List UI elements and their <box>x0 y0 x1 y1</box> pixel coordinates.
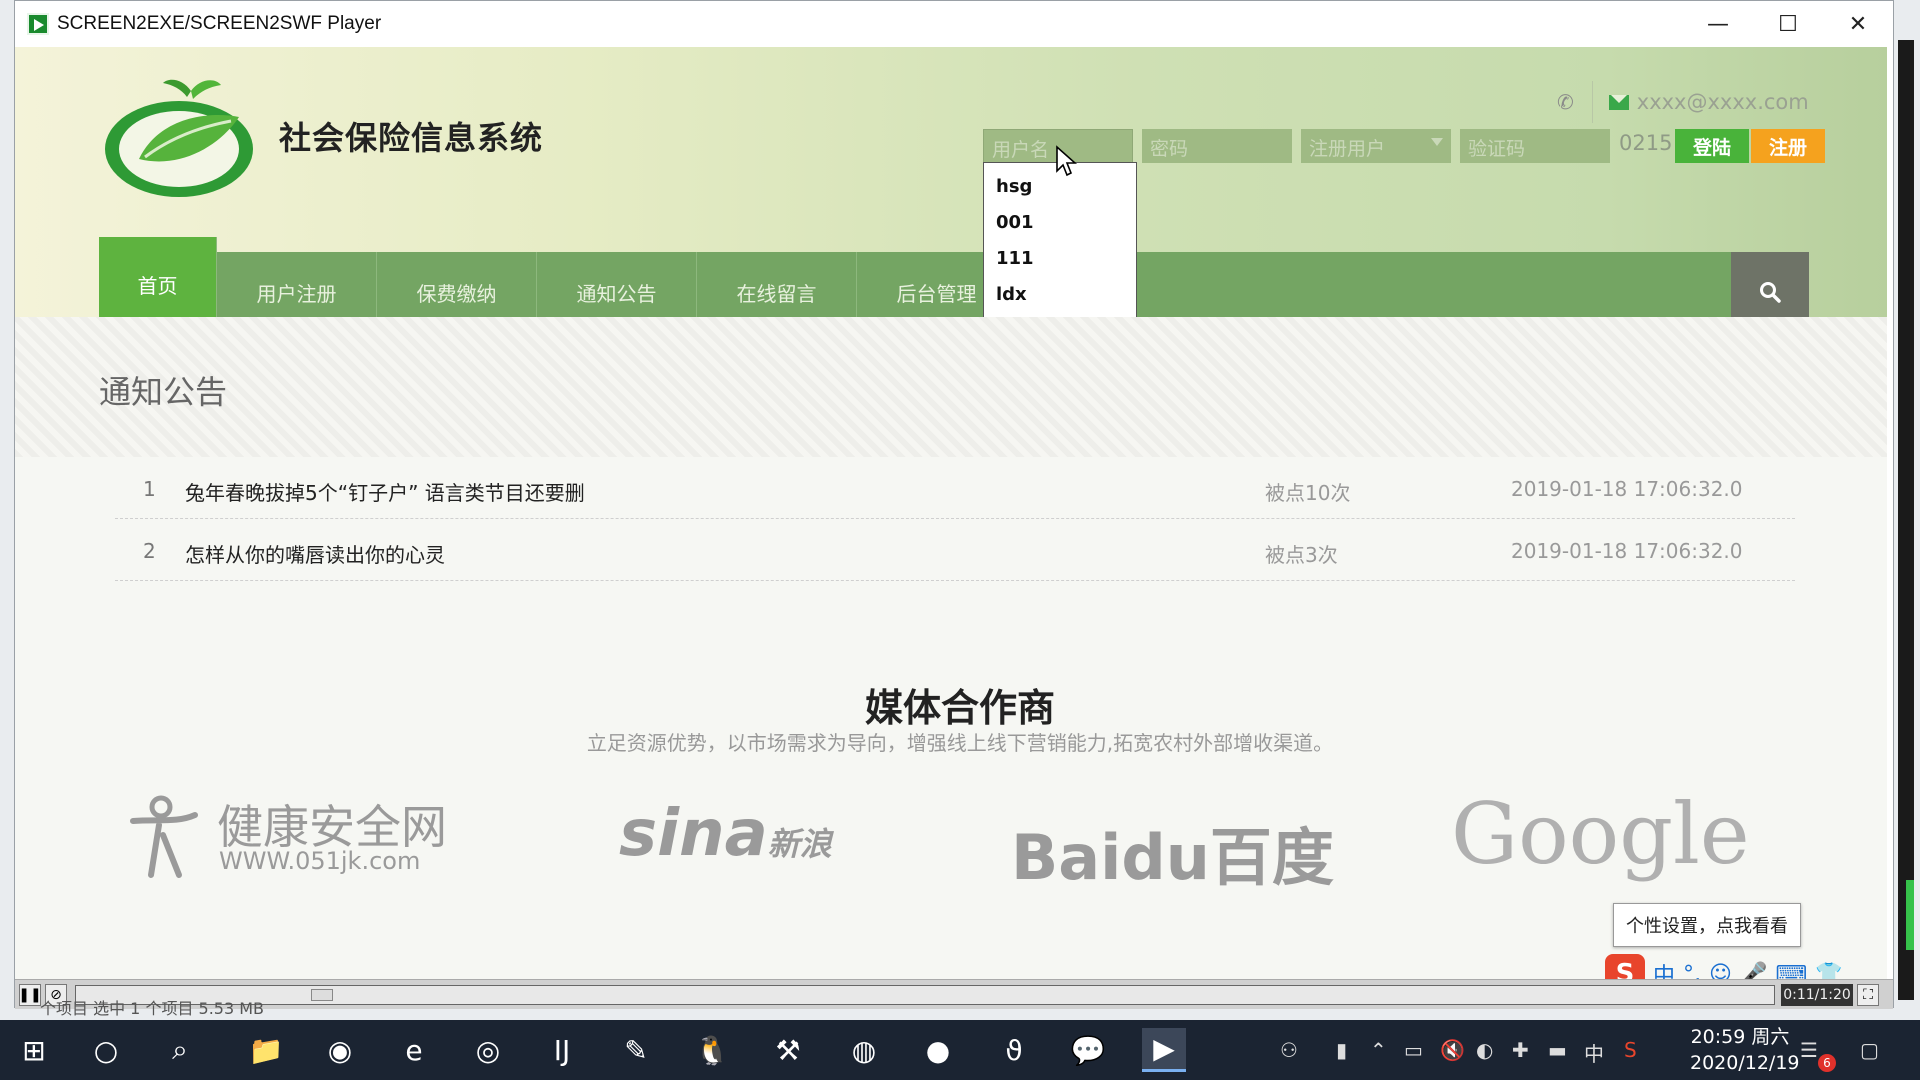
site-name: 社会保险信息系统 <box>279 119 544 157</box>
screen2exe-icon[interactable]: ▶ <box>1142 1028 1186 1072</box>
show-hidden-icon[interactable]: ⌃ <box>1370 1038 1387 1062</box>
eclipse-icon[interactable]: ◎ <box>466 1028 510 1072</box>
maximize-button[interactable]: ☐ <box>1753 1 1823 47</box>
desktop-edge <box>1898 40 1914 1000</box>
feather-icon[interactable]: ϑ <box>992 1028 1036 1072</box>
taskbar-clock[interactable]: 20:59 周六 2020/12/19 <box>1690 1024 1800 1076</box>
chevron-down-icon <box>1431 138 1443 146</box>
notice-index: 1 <box>143 477 156 501</box>
cortana-icon[interactable]: ○ <box>84 1028 128 1072</box>
login-button[interactable]: 登陆 <box>1675 129 1749 163</box>
search-icon <box>1760 282 1781 303</box>
notice-row[interactable]: 2 怎样从你的嘴唇读出你的心灵 被点3次 2019-01-18 17:06:32… <box>115 519 1795 581</box>
notice-index: 2 <box>143 539 156 563</box>
password-input[interactable]: 密码 <box>1142 129 1292 163</box>
register-button[interactable]: 注册 <box>1751 129 1825 163</box>
qq-icon[interactable]: 🐧 <box>690 1028 734 1072</box>
partners-subtitle: 立足资源优势，以市场需求为导向，增强线上线下营销能力,拓宽农村外部增收渠道。 <box>586 731 1334 755</box>
notice-title[interactable]: 怎样从你的嘴唇读出你的心灵 <box>185 539 445 568</box>
sina-cn: 新浪 <box>767 825 832 863</box>
partner-logo-google[interactable]: Google <box>1451 785 1750 883</box>
green-tray-icon[interactable]: ✚ <box>1512 1038 1529 1062</box>
sogou-tray-icon[interactable]: S <box>1624 1038 1637 1062</box>
notice-date: 2019-01-18 17:06:32.0 <box>1511 477 1743 501</box>
notice-title[interactable]: 兔年春晚拔掉5个“钉子户” 语言类节目还要删 <box>185 477 585 506</box>
user-type-value: 注册用户 <box>1309 138 1386 160</box>
taskbar: ⊞ ○ ⌕ 📁 ◉ e ◎ IJ ✎ 🐧 ⚒ ◍ ● ϑ 💬 ▶ ⚇ ▮ ⌃ ▭… <box>0 1020 1920 1080</box>
partner-logo-jk[interactable]: 健康安全网 WWW.051jk.com <box>127 791 477 891</box>
mail-icon <box>1608 94 1629 110</box>
close-button[interactable]: ✕ <box>1823 1 1893 47</box>
section-header-band <box>15 317 1887 457</box>
mouse-cursor-icon <box>1056 145 1077 177</box>
player-window: SCREEN2EXE/SCREEN2SWF Player — ☐ ✕ 社会保险信… <box>14 0 1894 1009</box>
notice-date: 2019-01-18 17:06:32.0 <box>1511 539 1743 563</box>
windows-start-icon[interactable]: ⊞ <box>12 1028 56 1072</box>
user-type-select[interactable]: 注册用户 <box>1301 129 1451 163</box>
notice-list: 1 兔年春晚拔掉5个“钉子户” 语言类节目还要删 被点10次 2019-01-1… <box>115 457 1795 581</box>
qq-tray-icon[interactable]: ◐ <box>1476 1038 1493 1062</box>
battery-tray-icon[interactable]: ▮ <box>1336 1038 1347 1062</box>
notification-badge: 6 <box>1818 1054 1836 1072</box>
file-explorer-icon[interactable]: 📁 <box>244 1028 288 1072</box>
edge-icon[interactable]: e <box>392 1028 436 1072</box>
notice-row[interactable]: 1 兔年春晚拔掉5个“钉子户” 语言类节目还要删 被点10次 2019-01-1… <box>115 457 1795 519</box>
window-title: SCREEN2EXE/SCREEN2SWF Player <box>57 13 382 34</box>
notification-icon[interactable]: ☰ <box>1800 1038 1818 1062</box>
action-center-icon[interactable]: ▢ <box>1860 1038 1879 1062</box>
partner-logo-baidu[interactable]: Baidu百度 <box>1011 807 1334 897</box>
input-lang-indicator[interactable]: 中 <box>1584 1038 1604 1067</box>
player-controls: ❚❚ ⊘ 0:11/1:20 ⛶ <box>15 979 1893 1009</box>
people-icon[interactable]: ⚇ <box>1280 1038 1298 1062</box>
captcha-input[interactable]: 验证码 <box>1460 129 1610 163</box>
display-icon[interactable]: ▭ <box>1404 1038 1423 1062</box>
wechat-icon[interactable]: 💬 <box>1066 1028 1110 1072</box>
partners-title: 媒体合作商 <box>864 686 1055 730</box>
power-icon[interactable]: ▬ <box>1548 1038 1567 1062</box>
autocomplete-item[interactable]: 001 <box>984 205 1136 241</box>
app-icon[interactable]: ● <box>916 1028 960 1072</box>
contact-divider <box>1591 81 1593 123</box>
fullscreen-button[interactable]: ⛶ <box>1857 984 1879 1006</box>
progress-thumb[interactable] <box>311 989 333 1001</box>
intellij-icon[interactable]: IJ <box>540 1028 584 1072</box>
editor-icon[interactable]: ✎ <box>614 1028 658 1072</box>
contact-info: ✆ xxxx@xxxx.com <box>1557 81 1809 123</box>
tools-icon[interactable]: ⚒ <box>766 1028 810 1072</box>
notice-clicks: 被点10次 <box>1265 481 1351 505</box>
browser-icon[interactable]: ◍ <box>842 1028 886 1072</box>
title-bar[interactable]: SCREEN2EXE/SCREEN2SWF Player — ☐ ✕ <box>15 1 1893 47</box>
captcha-code[interactable]: 0215 <box>1619 131 1672 155</box>
player-app-icon <box>27 13 49 35</box>
window-controls: — ☐ ✕ <box>1683 1 1893 47</box>
playback-progress[interactable] <box>75 985 1775 1005</box>
phone-icon: ✆ <box>1557 90 1574 114</box>
jk-url: WWW.051jk.com <box>219 847 421 875</box>
search-tool-icon[interactable]: ⌕ <box>158 1028 202 1072</box>
sina-wordmark: sina <box>619 797 768 871</box>
section-title: 通知公告 <box>99 373 228 411</box>
ime-tooltip[interactable]: 个性设置，点我看看 <box>1613 903 1801 947</box>
volume-mute-icon[interactable]: 🔇 <box>1440 1038 1465 1062</box>
clock-date: 2020/12/19 <box>1690 1052 1800 1074</box>
scroll-indicator <box>1906 880 1914 950</box>
website-viewport: 社会保险信息系统 ✆ xxxx@xxxx.com 用户名 密码 注册用户 验证码… <box>15 47 1887 983</box>
playback-time: 0:11/1:20 <box>1781 984 1853 1006</box>
jk-figure-icon <box>130 795 198 878</box>
notice-clicks: 被点3次 <box>1265 543 1338 567</box>
autocomplete-item[interactable]: 111 <box>984 241 1136 277</box>
clock-time: 20:59 周六 <box>1690 1026 1790 1048</box>
pause-button[interactable]: ❚❚ <box>18 984 42 1006</box>
autocomplete-item[interactable]: ldx <box>984 277 1136 313</box>
chrome-icon[interactable]: ◉ <box>318 1028 362 1072</box>
site-logo-icon <box>105 79 253 197</box>
explorer-status-text: 个项目 选中 1 个项目 5.53 MB <box>40 999 265 1018</box>
partner-logo-sina[interactable]: sina新浪 <box>619 797 832 871</box>
contact-email: xxxx@xxxx.com <box>1636 90 1809 114</box>
main-nav: 首页 用户注册 保费缴纳 通知公告 在线留言 后台管理 <box>99 237 1809 332</box>
minimize-button[interactable]: — <box>1683 1 1753 47</box>
